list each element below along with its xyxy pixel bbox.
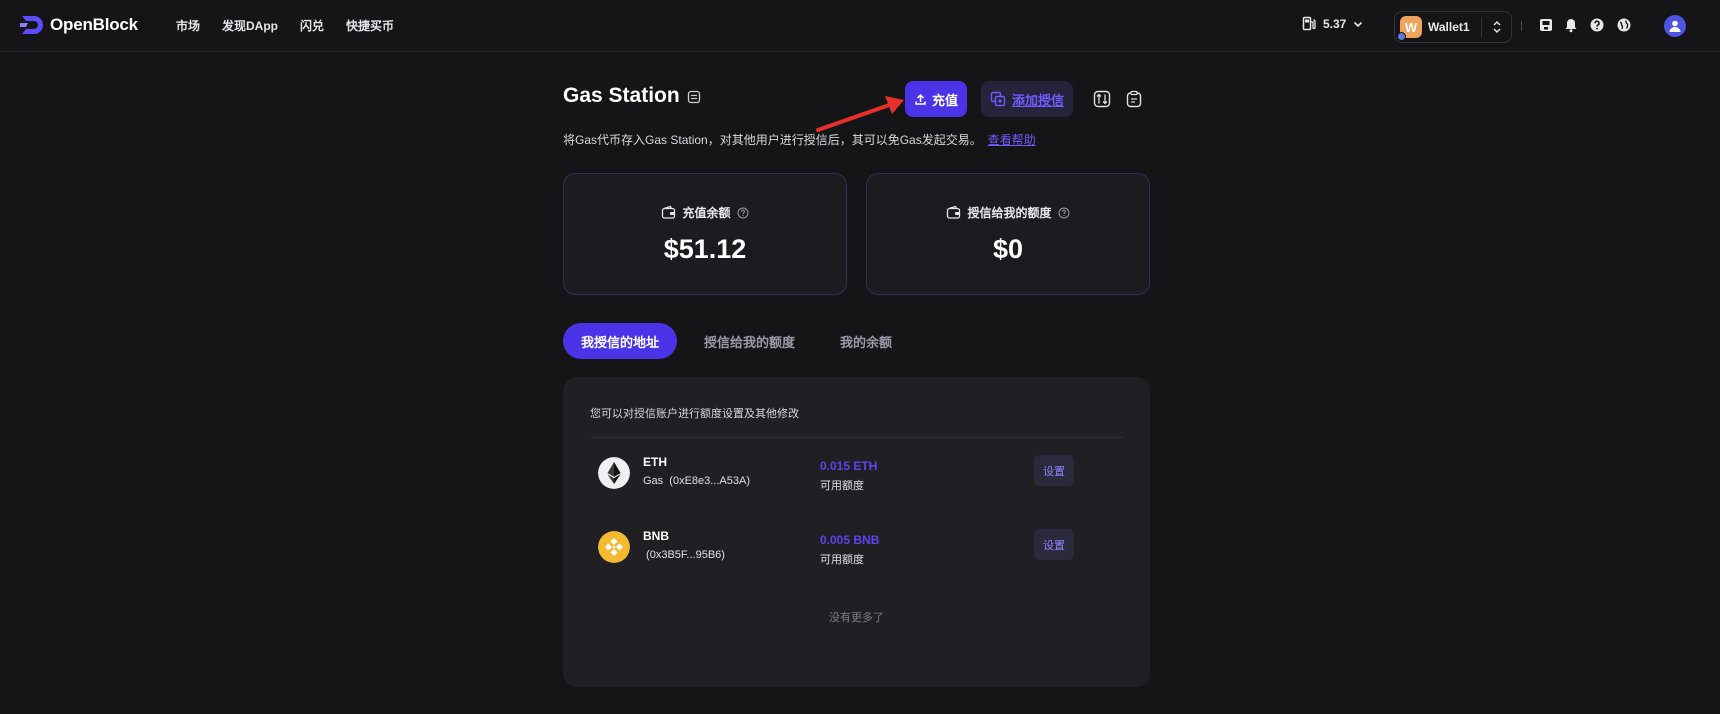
page-description: 将Gas代币存入Gas Station，对其他用户进行授信后，其可以免Gas发起… xyxy=(563,131,1036,148)
wallet-name: Wallet1 xyxy=(1428,20,1470,34)
gas-price-selector[interactable]: 5.37 xyxy=(1302,16,1364,31)
wallet-divider xyxy=(1481,17,1482,37)
gas-price-value: 5.37 xyxy=(1323,16,1347,31)
person-icon xyxy=(1669,20,1681,32)
authorized-address-list: 您可以对授信账户进行额度设置及其他修改 ETH Gas (0xE8e3...A5… xyxy=(563,377,1150,687)
nav-quick-buy[interactable]: 快捷买币 xyxy=(346,17,394,34)
settings-button[interactable]: 设置 xyxy=(1034,529,1074,560)
top-bar: OpenBlock 市场 发现DApp 闪兑 快捷买币 5.37 W Walle… xyxy=(0,0,1720,52)
available-amount-label: 可用额度 xyxy=(820,554,864,566)
credit-to-me-value: $0 xyxy=(992,234,1024,264)
tab-bar: 我授信的地址 授信给我的额度 我的余额 xyxy=(563,323,919,359)
header-divider xyxy=(1521,21,1522,31)
coin-name: ETH xyxy=(643,455,667,469)
page-title: Gas Station xyxy=(563,84,680,107)
openblock-logo-icon xyxy=(20,16,43,34)
list-divider xyxy=(590,437,1123,438)
add-authorization-label: 添加授信 xyxy=(1011,92,1064,108)
globe-icon[interactable] xyxy=(1616,17,1632,33)
list-item: BNB (0x3B5F...95B6) 0.005 BNB 可用额度 设置 xyxy=(598,527,1118,567)
bnb-icon xyxy=(598,531,630,563)
tab-my-authorized-addresses[interactable]: 我授信的地址 xyxy=(563,323,678,359)
description-text: 将Gas代币存入Gas Station，对其他用户进行授信后，其可以免Gas发起… xyxy=(563,133,982,147)
nav-market[interactable]: 市场 xyxy=(176,17,200,34)
brand-logo[interactable]: OpenBlock xyxy=(20,14,138,36)
info-card-icon[interactable] xyxy=(687,90,701,104)
recharge-button[interactable]: 充值 xyxy=(905,81,967,117)
clipboard-icon[interactable] xyxy=(1125,90,1143,108)
credit-to-me-label-row: 授信给我的额度 xyxy=(867,204,1149,221)
bell-icon[interactable] xyxy=(1563,17,1579,33)
wallet-avatar-letter: W xyxy=(1404,19,1418,35)
recharge-balance-label: 充值余额 xyxy=(682,206,731,220)
gas-pump-icon xyxy=(1302,16,1316,31)
coin-address: Gas (0xE8e3...A53A) xyxy=(643,475,750,487)
user-profile-icon[interactable] xyxy=(1664,15,1686,37)
add-copy-icon xyxy=(990,91,1006,107)
nav-discover-dapp[interactable]: 发现DApp xyxy=(222,17,278,34)
main-nav: 市场 发现DApp 闪兑 快捷买币 xyxy=(176,17,394,34)
wallet-icon xyxy=(947,205,961,219)
recharge-balance-card: 充值余额 $51.12 xyxy=(563,173,847,295)
recharge-balance-value: $51.12 xyxy=(663,234,747,264)
credit-to-me-card: 授信给我的额度 $0 xyxy=(866,173,1150,295)
exchange-settings-icon[interactable] xyxy=(1093,90,1111,108)
add-authorization-button[interactable]: 添加授信 xyxy=(981,81,1073,117)
available-amount-label: 可用额度 xyxy=(820,480,864,492)
coin-name: BNB xyxy=(643,529,669,543)
wallet-icon xyxy=(662,205,676,219)
list-item: ETH Gas (0xE8e3...A53A) 0.015 ETH 可用额度 设… xyxy=(598,453,1118,493)
nav-swap[interactable]: 闪兑 xyxy=(300,17,324,34)
available-amount: 0.005 BNB xyxy=(820,533,880,547)
wallet-selector[interactable]: W Wallet1 xyxy=(1394,11,1512,43)
network-badge-icon xyxy=(1397,32,1406,41)
eth-icon xyxy=(598,457,630,489)
question-circle-icon[interactable] xyxy=(737,207,749,219)
credit-to-me-label: 授信给我的额度 xyxy=(967,206,1052,220)
switch-wallet-icon[interactable] xyxy=(1488,18,1506,36)
tab-credit-to-me[interactable]: 授信给我的额度 xyxy=(686,323,813,359)
settings-button[interactable]: 设置 xyxy=(1034,455,1074,486)
chevron-down-icon xyxy=(1354,21,1363,27)
brand-name: OpenBlock xyxy=(50,15,138,34)
download-icon[interactable] xyxy=(1538,17,1554,33)
wallet-avatar: W xyxy=(1397,16,1422,41)
available-amount: 0.015 ETH xyxy=(820,459,878,473)
recharge-label: 充值 xyxy=(931,92,958,108)
help-icon[interactable] xyxy=(1589,17,1605,33)
upload-icon xyxy=(915,93,926,105)
tab-my-balance[interactable]: 我的余额 xyxy=(822,323,910,359)
list-hint: 您可以对授信账户进行额度设置及其他修改 xyxy=(590,408,799,420)
recharge-balance-label-row: 充值余额 xyxy=(564,204,846,221)
list-end-text: 没有更多了 xyxy=(829,612,884,624)
help-link[interactable]: 查看帮助 xyxy=(988,133,1036,147)
coin-address: (0x3B5F...95B6) xyxy=(643,549,725,561)
question-circle-icon[interactable] xyxy=(1058,207,1070,219)
